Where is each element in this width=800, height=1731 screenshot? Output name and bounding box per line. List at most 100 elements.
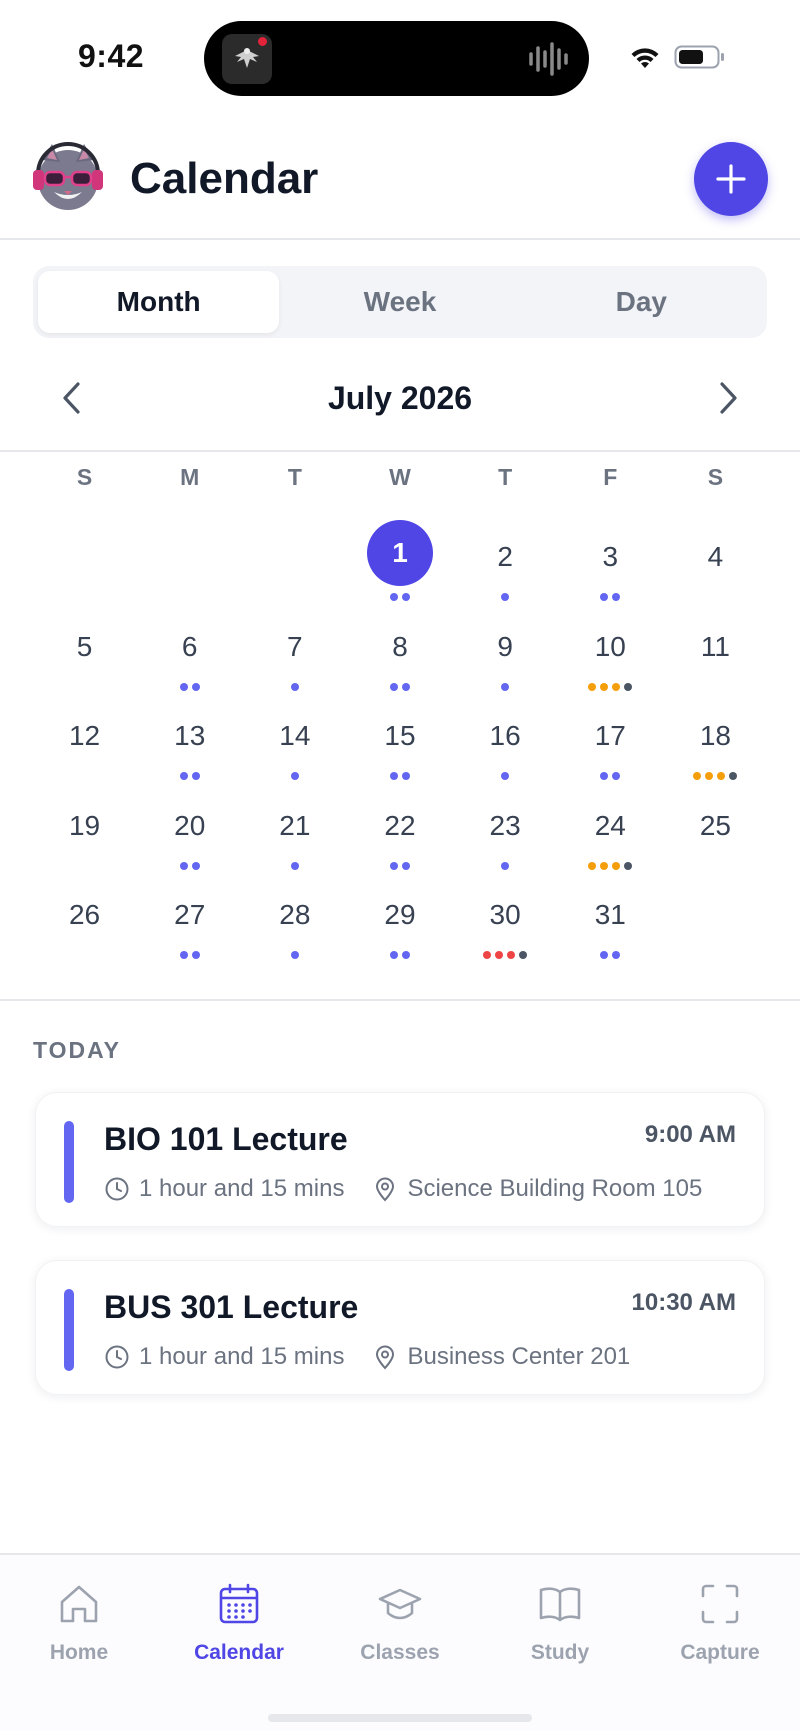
calendar-day[interactable]: 8 [347, 600, 452, 691]
day-number: 25 [699, 809, 731, 841]
weekday-label: S [76, 464, 93, 490]
calendar-day[interactable]: 7 [242, 600, 347, 691]
tab-study[interactable]: Study [505, 1581, 615, 1665]
calendar-day[interactable]: 12 [32, 689, 137, 779]
add-event-button[interactable] [694, 142, 768, 216]
event-card[interactable]: BIO 101 Lecture 9:00 AM 1 hour and 15 mi… [35, 1092, 765, 1227]
event-dot [483, 951, 492, 959]
tab-capture[interactable]: Capture [665, 1581, 775, 1665]
day-number: 23 [489, 809, 521, 841]
event-dot [191, 951, 200, 959]
calendar-day[interactable]: 6 [137, 600, 242, 691]
audio-waveform-icon [529, 42, 568, 76]
day-number: 8 [392, 630, 408, 662]
day-number: 17 [594, 720, 626, 751]
calendar-day[interactable]: 16 [453, 689, 558, 780]
calendar-day[interactable]: 26 [32, 868, 137, 958]
event-title: BIO 101 Lecture [104, 1121, 348, 1157]
calendar-day[interactable]: 21 [242, 779, 347, 870]
recording-dot [258, 37, 267, 46]
page-title: Calendar [130, 154, 319, 203]
calendar-day[interactable]: 15 [347, 689, 452, 780]
avatar[interactable] [30, 140, 106, 216]
calendar-day[interactable]: 10 [558, 600, 663, 691]
calendar-day-today[interactable]: 1 [347, 510, 452, 601]
tab-home[interactable]: Home [24, 1581, 134, 1665]
event-dot [389, 951, 398, 959]
calendar-day[interactable]: 22 [347, 779, 452, 870]
event-dot [600, 951, 609, 959]
weekday-label: F [603, 464, 618, 490]
calendar-day[interactable]: 23 [453, 779, 558, 870]
day-number: 31 [594, 899, 626, 930]
calendar-day[interactable]: 4 [663, 510, 768, 600]
calendar-day[interactable]: 3 [558, 510, 663, 601]
tab-day[interactable]: Day [521, 271, 762, 333]
day-number: 7 [287, 630, 303, 662]
calendar-day[interactable]: 13 [137, 689, 242, 780]
day-number: 16 [489, 720, 521, 751]
calendar-day[interactable]: 9 [453, 600, 558, 691]
event-dot [507, 951, 516, 959]
calendar-day[interactable]: 17 [558, 689, 663, 780]
calendar-day[interactable]: 11 [663, 600, 768, 690]
day-number: 11 [700, 630, 730, 662]
app-header: Calendar [0, 118, 800, 240]
calendar-day[interactable]: 14 [242, 689, 347, 780]
calendar-day[interactable]: 30 [453, 868, 558, 959]
day-number: 3 [602, 541, 619, 572]
month-navigation: July 2026 [0, 362, 800, 452]
calendar-day[interactable]: 24 [558, 779, 663, 870]
event-title: BUS 301 Lecture [104, 1289, 359, 1325]
weekday-label: T [287, 464, 302, 490]
event-time: 10:30 AM [631, 1289, 736, 1316]
day-number: 9 [497, 630, 513, 662]
day-number: 19 [68, 809, 101, 841]
event-card[interactable]: BUS 301 Lecture 10:30 AM 1 hour and 15 m… [35, 1260, 765, 1395]
scan-frame-icon [701, 1584, 739, 1624]
tab-label: Calendar [194, 1641, 284, 1664]
event-dot [179, 951, 188, 959]
calendar-day[interactable]: 25 [663, 779, 768, 869]
today-section-title: TODAY [33, 1037, 121, 1063]
calendar-day[interactable]: 29 [347, 868, 452, 959]
event-duration: 1 hour and 15 mins [139, 1343, 345, 1370]
home-icon [60, 1585, 98, 1623]
day-number: 5 [76, 630, 93, 662]
day-number: 10 [594, 630, 626, 662]
day-number: 6 [181, 630, 198, 662]
location-pin-icon [376, 1177, 395, 1202]
calendar-day[interactable]: 27 [137, 868, 242, 959]
day-number: 1 [366, 520, 433, 586]
clock-icon [105, 1177, 129, 1201]
day-number: 15 [384, 720, 416, 751]
calendar-day[interactable]: 28 [242, 868, 347, 959]
event-color-bar [64, 1289, 74, 1371]
tab-week[interactable]: Week [279, 271, 520, 333]
day-number: 12 [68, 720, 101, 751]
day-number: 21 [279, 809, 311, 841]
calendar-day[interactable]: 20 [137, 779, 242, 870]
chevron-right-icon[interactable] [710, 378, 746, 418]
tab-month[interactable]: Month [38, 271, 280, 333]
calendar-empty-cell [242, 510, 347, 600]
day-number: 4 [707, 541, 724, 572]
event-dots [137, 951, 242, 959]
calendar-day[interactable]: 19 [32, 779, 137, 869]
calendar-day[interactable]: 31 [558, 868, 663, 959]
status-bar: 9:42 [0, 0, 800, 110]
calendar-day[interactable]: 2 [453, 510, 558, 601]
tab-calendar[interactable]: Calendar [184, 1581, 294, 1665]
day-number: 2 [497, 541, 513, 572]
calendar-day[interactable]: 18 [663, 689, 768, 780]
event-dot [495, 951, 504, 959]
tab-classes[interactable]: Classes [345, 1581, 455, 1665]
day-number: 18 [699, 720, 731, 751]
location-pin-icon [376, 1345, 395, 1370]
event-meta: 1 hour and 15 mins Science Building Room… [104, 1175, 702, 1203]
tab-label: Study [530, 1641, 590, 1664]
status-time: 9:42 [78, 38, 145, 74]
tab-label: Home [49, 1641, 109, 1664]
calendar-day[interactable]: 5 [32, 600, 137, 690]
tab-label: Classes [360, 1641, 440, 1664]
